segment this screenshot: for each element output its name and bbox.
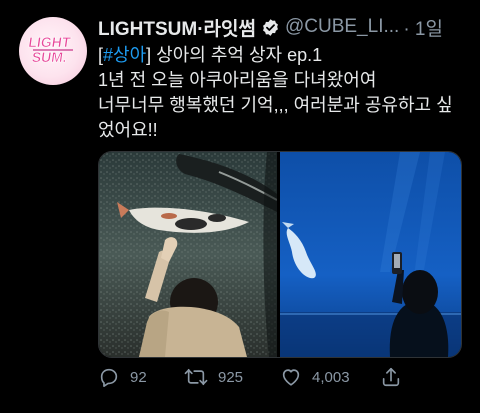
verified-badge-icon (261, 18, 280, 37)
retweet-button[interactable]: 925 (184, 366, 280, 388)
retweet-count: 925 (218, 368, 244, 386)
tweet-line: 1년 전 오늘 아쿠아리움을 다녀왔어여 (98, 70, 377, 90)
retweet-icon (184, 368, 208, 386)
author-handle[interactable]: @CUBE_LI... (285, 16, 399, 38)
photo-left[interactable] (99, 152, 278, 357)
share-icon (382, 367, 400, 387)
tweet-line: 었어요!! (98, 120, 158, 140)
tweet-title-line: [#상아] 상아의 추억 상자 ep.1 (98, 43, 470, 68)
reply-icon (100, 368, 118, 387)
svg-text:SUM.: SUM. (31, 49, 68, 65)
tweet-header: LIGHTSUM·라잇썸 @CUBE_LI... · 1일 (98, 14, 470, 40)
like-icon (282, 369, 300, 386)
tweet-media[interactable] (98, 151, 462, 358)
reply-count: 92 (130, 368, 147, 386)
tweet-line: 너무너무 행복했던 기억,,, 여러분과 공유하고 싶 (98, 95, 453, 115)
title-text: ] 상아의 추억 상자 ep.1 (146, 45, 323, 65)
avatar[interactable]: LIGHT SUM. (19, 17, 87, 85)
tweet-text: [#상아] 상아의 추억 상자 ep.1 1년 전 오늘 아쿠아리움을 다녀왔어… (98, 43, 470, 143)
svg-text:LIGHT: LIGHT (27, 34, 72, 50)
photo-right[interactable] (280, 152, 461, 357)
share-button[interactable] (380, 366, 402, 388)
tweet-actions: 92 925 4,003 (98, 364, 438, 390)
author-name[interactable]: LIGHTSUM·라잇썸 (98, 14, 256, 41)
tweet[interactable]: LIGHT SUM. LIGHTSUM·라잇썸 @CUBE_LI... · 1일… (0, 0, 480, 413)
lightsum-logo: LIGHT SUM. (27, 34, 73, 65)
tweet-time[interactable]: · 1일 (403, 14, 443, 41)
reply-button[interactable]: 92 (98, 366, 184, 388)
like-count: 4,003 (312, 368, 350, 386)
hashtag-link[interactable]: #상아 (103, 45, 146, 65)
like-button[interactable]: 4,003 (280, 366, 380, 388)
